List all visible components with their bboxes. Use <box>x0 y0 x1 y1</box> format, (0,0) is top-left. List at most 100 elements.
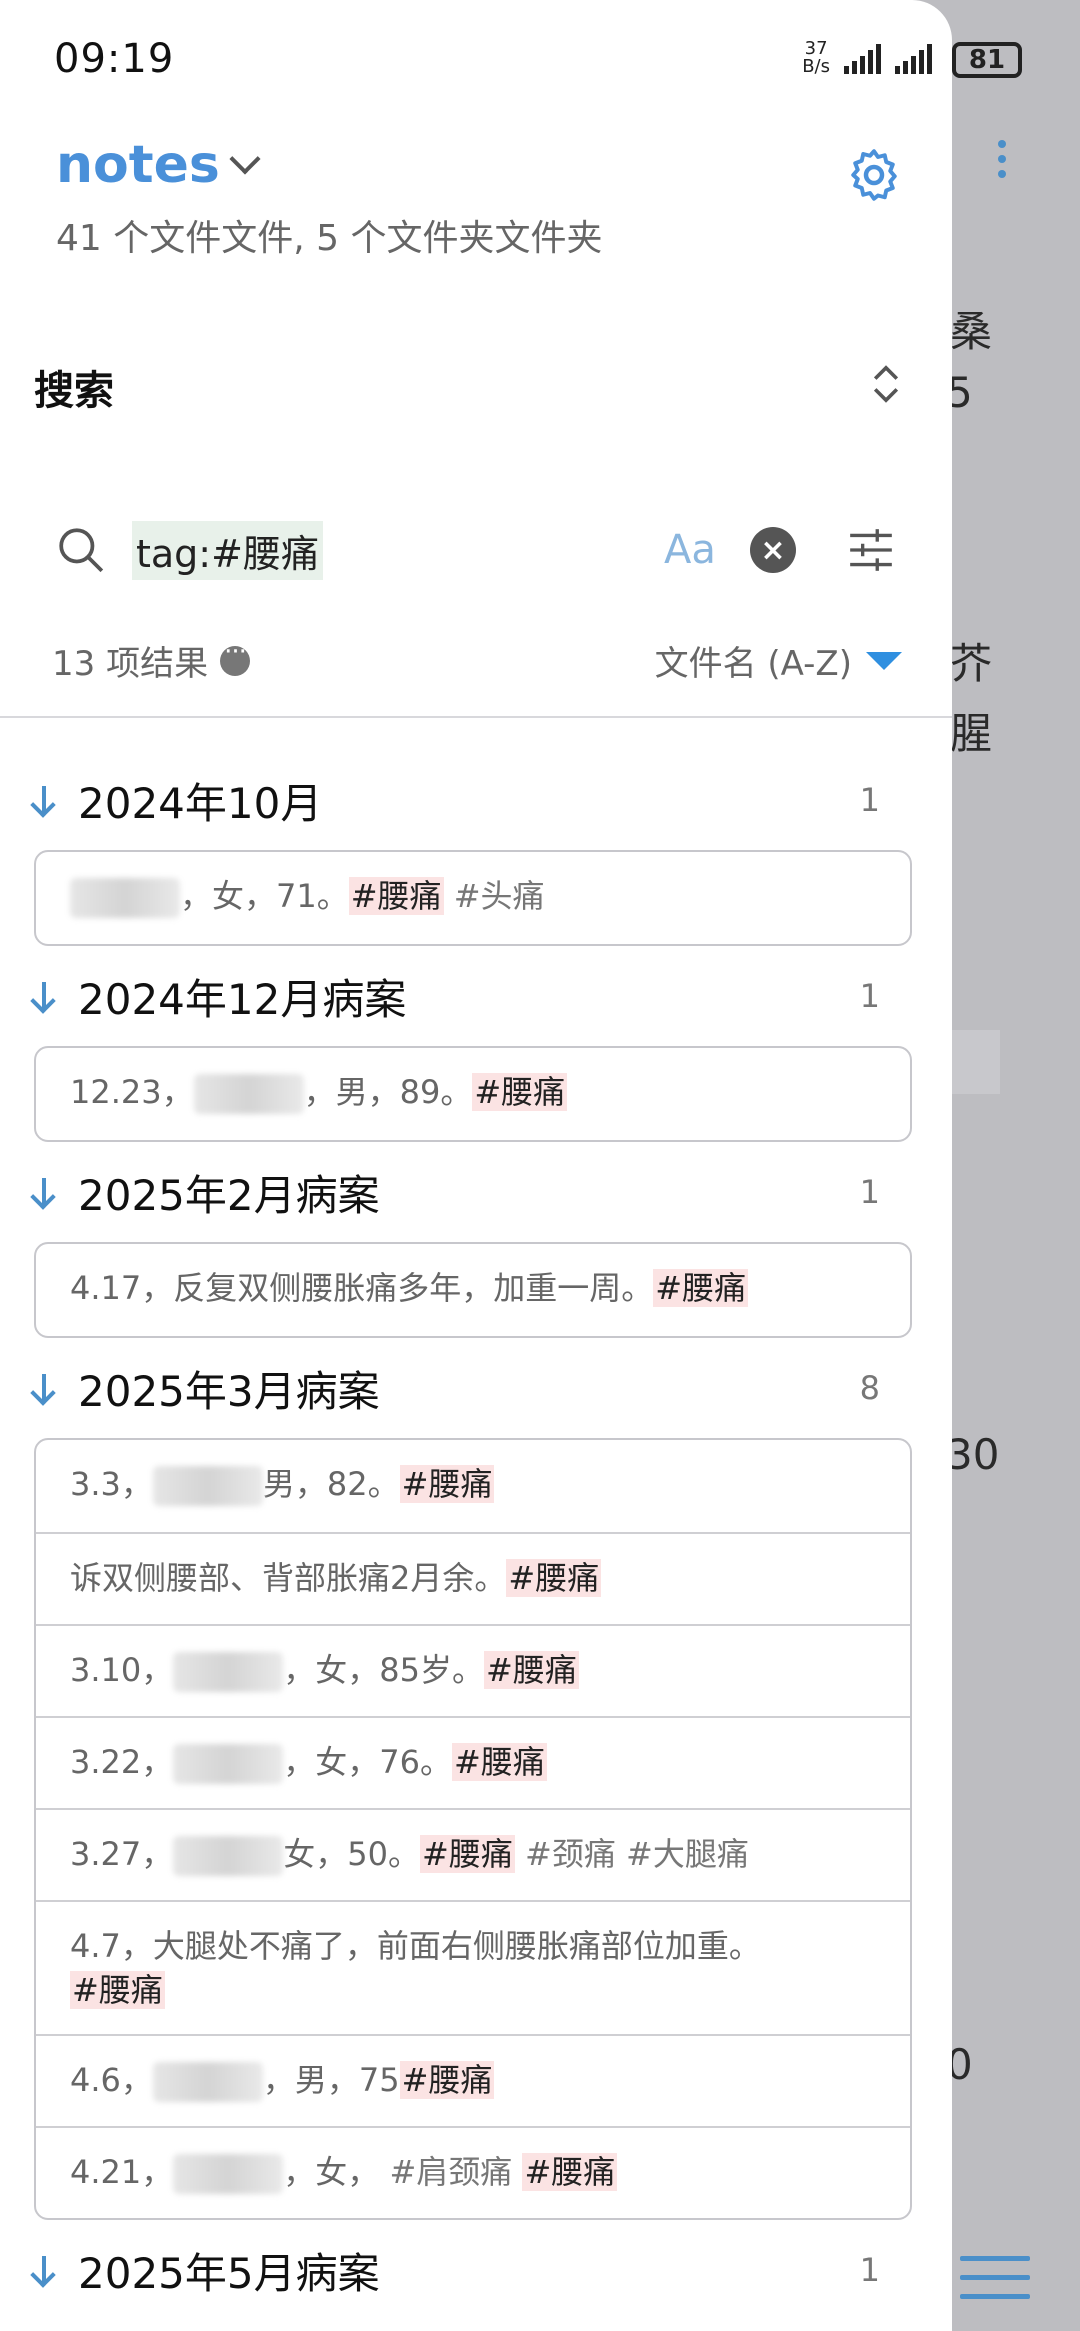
result-group-header[interactable]: 2024年10月 1 <box>0 760 952 840</box>
vault-header: notes 41 个文件文件, 5 个文件夹文件夹 <box>56 135 897 261</box>
result-text: 男，82。 <box>262 1465 400 1503</box>
search-result-item[interactable]: 4.17，反复双侧腰胀痛多年，加重一周。#腰痛 <box>36 1244 910 1336</box>
search-input[interactable]: tag:#腰痛 <box>132 520 323 580</box>
result-text: 4.17，反复双侧腰胀痛多年，加重一周。 <box>70 1269 654 1307</box>
matched-tag: #腰痛 <box>484 1651 579 1689</box>
search-result-item[interactable]: ，女，71。#腰痛 #头痛 <box>36 852 910 944</box>
search-result-item[interactable]: 3.10， ，女，85岁。#腰痛 <box>36 1624 910 1716</box>
result-count: 13 项结果 <box>52 644 209 684</box>
tag-text: #头痛 <box>453 877 545 915</box>
more-vertical-icon[interactable] <box>996 140 1008 190</box>
results-bar: 13 项结果 文件名 (A-Z) <box>52 636 902 686</box>
result-group-header[interactable]: 2024年12月病案 1 <box>0 956 952 1036</box>
group-title: 2025年3月病案 <box>78 1366 380 1416</box>
search-result-item[interactable]: 3.22， ，女，76。#腰痛 <box>36 1716 910 1808</box>
vault-stats: 41 个文件文件, 5 个文件夹文件夹 <box>56 218 603 259</box>
matched-tag: #腰痛 <box>399 2061 495 2099</box>
result-group-card: 12.23， ，男，89。#腰痛 <box>34 1046 912 1142</box>
vault-name: notes <box>56 135 220 195</box>
tag-text: #颈痛 <box>525 1835 616 1873</box>
result-text: ，男，89。 <box>303 1073 473 1111</box>
matched-tag: #腰痛 <box>452 1743 547 1781</box>
matched-tag: #腰痛 <box>653 1269 749 1307</box>
redacted-name <box>173 1744 284 1784</box>
matched-tag: #腰痛 <box>472 1073 568 1111</box>
expand-collapse-icon[interactable] <box>868 362 904 406</box>
search-result-item[interactable]: 12.23， ，男，89。#腰痛 <box>36 1048 910 1140</box>
search-result-item[interactable]: 3.3， 男，82。#腰痛 <box>36 1440 910 1532</box>
result-text: ，女，85岁。 <box>283 1651 484 1689</box>
chevron-down-icon <box>229 143 261 175</box>
search-icon <box>59 528 104 573</box>
collapse-arrow-icon[interactable] <box>28 976 68 1016</box>
bg-text-fragment: 腥 <box>950 709 993 758</box>
match-case-button[interactable]: Aa <box>664 527 716 573</box>
more-options-icon[interactable] <box>220 637 251 676</box>
clock: 09:19 <box>54 36 175 82</box>
redacted-name <box>173 1652 284 1692</box>
group-count: 1 <box>859 977 880 1015</box>
bg-highlight <box>950 1030 1000 1094</box>
tag-text: #大腿痛 <box>626 1835 749 1873</box>
result-text: ，女，76。 <box>283 1743 452 1781</box>
redacted-name <box>152 1466 263 1506</box>
section-title: 搜索 <box>34 368 114 414</box>
vault-switcher[interactable]: notes <box>56 135 261 195</box>
result-group-card: 3.3， 男，82。#腰痛 诉双侧腰部、背部胀痛2月余。#腰痛 3.10， ，女，85岁… <box>34 1438 912 2220</box>
matched-tag: #腰痛 <box>522 2153 618 2191</box>
matched-tag: #腰痛 <box>420 1835 515 1873</box>
group-count: 8 <box>859 1369 880 1407</box>
result-group-header[interactable]: 2025年2月病案 1 <box>0 1152 952 1232</box>
result-text: 女，50。 <box>283 1835 420 1873</box>
collapse-arrow-icon[interactable] <box>28 2250 68 2290</box>
redacted-name <box>152 2062 263 2102</box>
result-group-card: 4.17，反复双侧腰胀痛多年，加重一周。#腰痛 <box>34 1242 912 1338</box>
group-title: 2025年2月病案 <box>78 1170 380 1220</box>
result-text: 12.23， <box>70 1073 194 1111</box>
group-title: 2025年5月病案 <box>78 2248 380 2298</box>
group-count: 1 <box>859 781 880 819</box>
clear-search-button[interactable]: × <box>750 527 796 573</box>
search-result-item[interactable]: 4.6， ，男，75#腰痛 <box>36 2034 910 2126</box>
network-speed: 37 B/s <box>802 38 830 77</box>
sort-dropdown[interactable]: 文件名 (A-Z) <box>655 636 902 685</box>
result-group-header[interactable]: 2025年3月病案 8 <box>0 1348 952 1428</box>
search-result-item[interactable]: 4.7，大腿处不痛了，前面右侧腰胀痛部位加重。 #腰痛 <box>36 1900 910 2034</box>
collapse-arrow-icon[interactable] <box>28 1368 68 1408</box>
group-title: 2024年12月病案 <box>78 974 407 1024</box>
search-result-item[interactable]: 4.21， ，女， #肩颈痛 #腰痛 <box>36 2126 910 2218</box>
result-text: ，女， <box>283 2153 380 2191</box>
result-text: 3.10， <box>70 1651 174 1689</box>
status-bar: 09:19 37 B/s <box>54 36 932 86</box>
redacted-name <box>173 1836 284 1876</box>
group-title: 2024年10月 <box>78 778 323 828</box>
matched-tag: #腰痛 <box>348 877 444 915</box>
result-group-card: ，女，71。#腰痛 #头痛 <box>34 850 912 946</box>
signal-icon <box>895 42 932 74</box>
search-result-item[interactable]: 诉双侧腰部、背部胀痛2月余。#腰痛 <box>36 1532 910 1624</box>
gear-icon[interactable] <box>844 145 904 205</box>
redacted-name <box>193 1074 304 1114</box>
tag-text: #肩颈痛 <box>389 2153 513 2191</box>
group-count: 1 <box>859 1173 880 1211</box>
sort-label: 文件名 (A-Z) <box>654 644 852 684</box>
redacted-name <box>70 878 180 918</box>
search-result-item[interactable]: 3.27， 女，50。#腰痛 #颈痛 #大腿痛 <box>36 1808 910 1900</box>
collapse-arrow-icon[interactable] <box>28 780 68 820</box>
results-list: 2024年10月 1 ，女，71。#腰痛 #头痛 2024年12月病案 1 12.23，，… <box>0 760 952 2310</box>
collapse-arrow-icon[interactable] <box>28 1172 68 1212</box>
result-text: ，女，71。 <box>180 877 349 915</box>
result-group-header[interactable]: 2025年5月病案 1 <box>0 2230 952 2310</box>
result-text: 3.22， <box>70 1743 174 1781</box>
result-text: 3.27， <box>70 1835 174 1873</box>
result-text: 4.7，大腿处不痛了，前面右侧腰胀痛部位加重。 <box>70 1927 761 1965</box>
search-bar: tag:#腰痛 Aa × <box>56 510 912 590</box>
result-text: 4.6， <box>70 2061 153 2099</box>
divider <box>0 716 952 718</box>
matched-tag: #腰痛 <box>506 1559 602 1597</box>
bg-text-fragment: 30 <box>946 1430 1000 1479</box>
menu-icon[interactable] <box>960 2256 1030 2313</box>
search-settings-icon[interactable] <box>846 525 896 575</box>
group-count: 1 <box>859 2251 880 2289</box>
bg-text-fragment: 芥 <box>950 639 993 688</box>
